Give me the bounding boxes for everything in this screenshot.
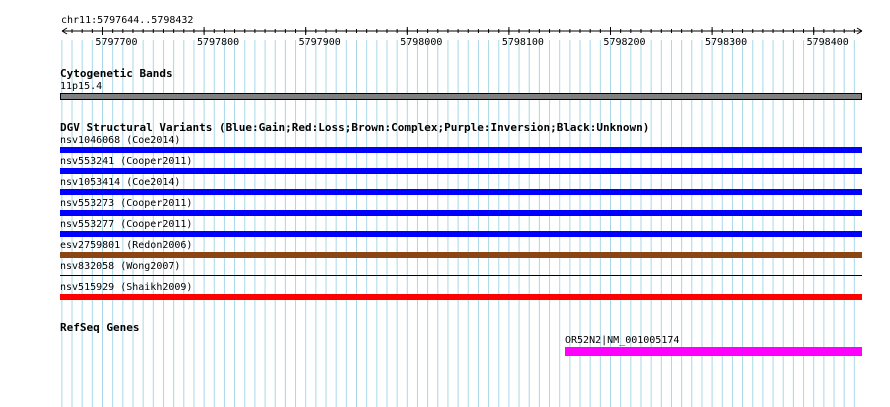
cytoband-bar[interactable] (60, 93, 862, 100)
ruler-tick-label: 5798100 (502, 37, 544, 48)
variant-label-7: nsv832058 (Wong2007) (60, 261, 181, 272)
genome-browser-view: chr11:5797644..5798432 5797700 5797800 579… (0, 0, 890, 407)
variant-bar-5[interactable] (60, 231, 862, 237)
gene-label: OR52N2|NM_001005174 (565, 335, 680, 346)
refseq-track-title: RefSeq Genes (60, 321, 140, 334)
ruler-tick-label: 5798000 (400, 37, 442, 48)
variant-bar-8[interactable] (60, 294, 862, 300)
variant-bar-3[interactable] (60, 189, 862, 195)
variant-label-4: nsv553273 (Cooper2011) (60, 198, 193, 209)
variant-label-8: nsv515929 (Shaikh2009) (60, 282, 193, 293)
coordinate-ruler[interactable]: 5797700 5797800 5797900 5798000 5798100 57982… (0, 0, 890, 50)
variant-label-6: esv2759801 (Redon2006) (60, 240, 193, 251)
gene-bar[interactable] (565, 347, 862, 356)
variant-label-1: nsv1046068 (Coe2014) (60, 135, 181, 146)
ruler-tick-label: 5798400 (807, 37, 849, 48)
variant-bar-7[interactable] (60, 275, 862, 276)
variant-label-2: nsv553241 (Cooper2011) (60, 156, 193, 167)
ruler-tick-label: 5798300 (705, 37, 747, 48)
variant-label-5: nsv553277 (Cooper2011) (60, 219, 193, 230)
variant-bar-1[interactable] (60, 147, 862, 153)
cytoband-label: 11p15.4 (60, 81, 103, 92)
ruler-tick-label: 5797700 (95, 37, 137, 48)
variant-label-3: nsv1053414 (Coe2014) (60, 177, 181, 188)
ruler-tick-label: 5798200 (603, 37, 645, 48)
variant-bar-4[interactable] (60, 210, 862, 216)
dgv-track-title: DGV Structural Variants (Blue:Gain;Red:L… (60, 121, 650, 134)
variant-bar-2[interactable] (60, 168, 862, 174)
cytoband-track-title: Cytogenetic Bands (60, 67, 173, 80)
ruler-tick-label: 5797800 (197, 37, 239, 48)
ruler-tick-label: 5797900 (299, 37, 341, 48)
variant-bar-6[interactable] (60, 252, 862, 258)
